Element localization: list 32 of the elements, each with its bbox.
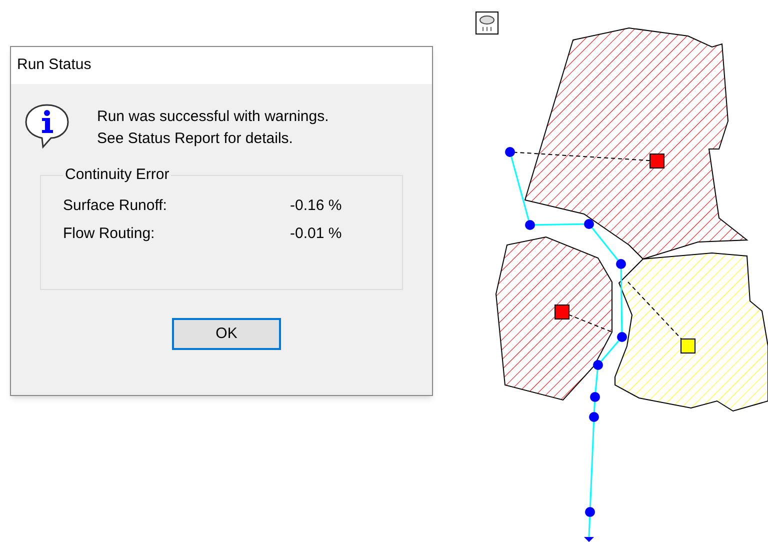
row-label: Surface Runoff: bbox=[63, 196, 168, 216]
junction-node[interactable] bbox=[505, 147, 515, 157]
row-value: -0.01 % bbox=[290, 224, 342, 244]
conduit-line[interactable] bbox=[594, 402, 596, 412]
outfall-icon[interactable] bbox=[584, 537, 594, 542]
subcatchment-marker[interactable] bbox=[680, 338, 696, 354]
status-message: See Status Report for details. bbox=[97, 129, 294, 149]
info-icon bbox=[23, 102, 71, 150]
conduit-line[interactable] bbox=[588, 516, 591, 538]
junction-node[interactable] bbox=[589, 412, 599, 422]
junction-node[interactable] bbox=[590, 392, 600, 402]
junction-node[interactable] bbox=[585, 507, 595, 517]
row-label: Flow Routing: bbox=[63, 224, 156, 244]
ok-button[interactable]: OK bbox=[172, 318, 281, 350]
junction-node[interactable] bbox=[617, 332, 627, 342]
subcatchment-marker[interactable] bbox=[650, 154, 664, 168]
subcatchment-area[interactable] bbox=[614, 252, 768, 412]
group-title: Continuity Error bbox=[64, 165, 170, 185]
status-message: Run was successful with warnings. bbox=[97, 107, 329, 127]
subcatchment-marker[interactable] bbox=[554, 304, 570, 320]
conduit-line[interactable] bbox=[600, 340, 620, 362]
row-value: -0.16 % bbox=[290, 196, 342, 216]
subcatchment-area[interactable] bbox=[496, 236, 612, 401]
junction-node[interactable] bbox=[593, 360, 603, 370]
rain-gauge-icon[interactable] bbox=[476, 12, 498, 34]
subcatchment-area[interactable] bbox=[524, 28, 748, 260]
junction-node[interactable] bbox=[616, 259, 626, 269]
window-title: Run Status bbox=[17, 55, 92, 76]
junction-node[interactable] bbox=[525, 220, 535, 230]
conduit-line[interactable] bbox=[592, 227, 618, 261]
junction-node[interactable] bbox=[584, 219, 594, 229]
conduit-line[interactable] bbox=[620, 268, 623, 332]
